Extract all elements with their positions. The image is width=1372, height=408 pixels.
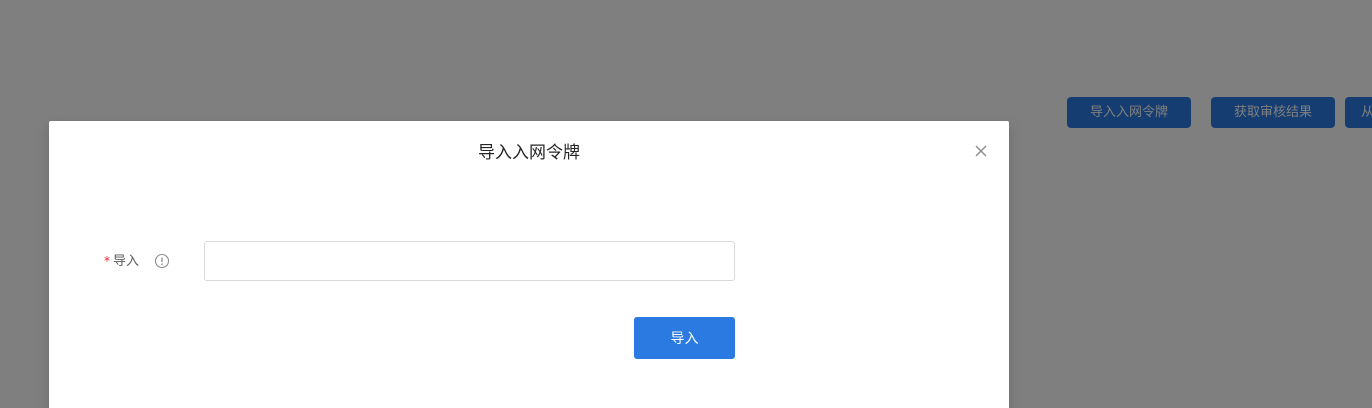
- import-token-dialog: 导入入网令牌 * 导入 导入: [49, 121, 1009, 408]
- close-icon[interactable]: [971, 141, 991, 161]
- required-mark: *: [104, 254, 110, 268]
- import-label-text: 导入: [113, 254, 140, 269]
- import-input[interactable]: [204, 241, 735, 281]
- info-circle-icon[interactable]: [154, 253, 170, 269]
- import-field-label: * 导入: [104, 251, 139, 272]
- dialog-title: 导入入网令牌: [478, 143, 580, 163]
- import-submit-button[interactable]: 导入: [634, 317, 735, 359]
